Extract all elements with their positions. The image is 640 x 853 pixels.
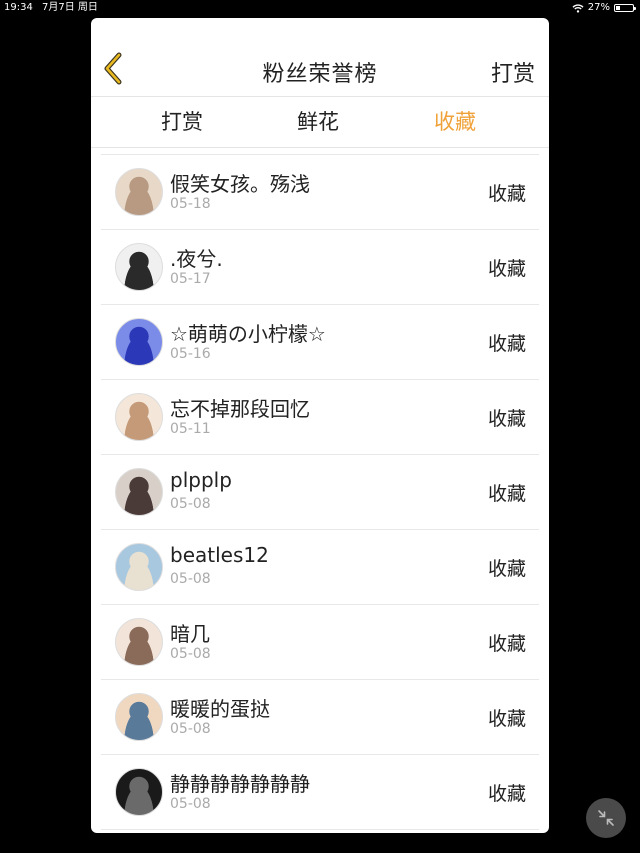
status-date: 7月7日 周日: [42, 2, 98, 13]
list-item[interactable]: plpplp 05-08 收藏: [101, 455, 539, 530]
fan-name: beatles12: [170, 543, 269, 567]
fan-name: 忘不掉那段回忆: [170, 397, 310, 421]
list-item[interactable]: 假笑女孩。殇浅 05-18 收藏: [101, 155, 539, 230]
fan-action-label: 收藏: [487, 558, 526, 580]
fan-action-label: 收藏: [487, 708, 526, 730]
minimize-arrows-icon: [598, 810, 614, 826]
fan-date: 05-18: [170, 196, 211, 212]
list-item[interactable]: 忘不掉那段回忆 05-11 收藏: [101, 380, 539, 455]
list-item[interactable]: 静静静静静静静 05-08 收藏: [101, 755, 539, 830]
fan-action-label: 收藏: [487, 483, 526, 505]
avatar[interactable]: [115, 318, 163, 366]
avatar[interactable]: [115, 693, 163, 741]
list-item[interactable]: 暖暖的蛋挞 05-08 收藏: [101, 680, 539, 755]
fan-action-label: 收藏: [487, 633, 526, 655]
fan-action-label: 收藏: [487, 333, 526, 355]
fans-ranking-panel: 粉丝荣誉榜 打赏 打赏 鲜花 收藏 假笑女孩。殇浅 05-18 收藏 .夜兮. 05-1…: [91, 18, 549, 833]
list-item[interactable]: beatles12 05-08 收藏: [101, 530, 539, 605]
avatar[interactable]: [115, 618, 163, 666]
status-time: 19:34: [4, 2, 33, 13]
fan-date: 05-08: [170, 721, 211, 737]
reward-button[interactable]: 打赏: [491, 56, 535, 88]
fan-date: 05-16: [170, 346, 211, 362]
fan-date: 05-08: [170, 571, 211, 587]
wifi-icon: [572, 3, 584, 13]
status-right: 27%: [572, 0, 636, 16]
avatar[interactable]: [115, 393, 163, 441]
battery-percent: 27%: [587, 2, 610, 13]
fan-action-label: 收藏: [487, 183, 526, 205]
list-item[interactable]: 暗几 05-08 收藏: [101, 605, 539, 680]
avatar[interactable]: [115, 768, 163, 816]
tab-flowers[interactable]: 鲜花: [297, 106, 339, 136]
fan-date: 05-17: [170, 271, 211, 287]
tab-bar: 打赏 鲜花 收藏: [91, 97, 549, 148]
avatar[interactable]: [115, 243, 163, 291]
list-item[interactable]: .夜兮. 05-17 收藏: [101, 230, 539, 305]
fan-name: 假笑女孩。殇浅: [170, 172, 310, 196]
nav-bar: 粉丝荣誉榜 打赏: [91, 18, 549, 97]
list-item[interactable]: ☆萌萌の小柠檬☆ 05-16 收藏: [101, 305, 539, 380]
fan-action-label: 收藏: [487, 258, 526, 280]
status-bar: 19:34 7月7日 周日 27%: [0, 0, 640, 16]
minimize-button[interactable]: [586, 798, 626, 838]
fan-date: 05-11: [170, 421, 211, 437]
fan-name: .夜兮.: [170, 247, 223, 271]
fan-name: plpplp: [170, 468, 232, 492]
page-title: 粉丝荣誉榜: [262, 62, 378, 87]
avatar[interactable]: [115, 168, 163, 216]
fan-list: 假笑女孩。殇浅 05-18 收藏 .夜兮. 05-17 收藏 ☆萌萌の小柠檬☆ 05-16 收藏…: [91, 154, 549, 830]
battery-icon: [614, 4, 636, 12]
fan-date: 05-08: [170, 796, 211, 812]
avatar[interactable]: [115, 543, 163, 591]
fan-name: 暖暖的蛋挞: [170, 697, 270, 721]
battery-level: [616, 6, 620, 10]
fan-action-label: 收藏: [487, 783, 526, 805]
fan-name: 静静静静静静静: [170, 772, 310, 796]
fan-name: ☆萌萌の小柠檬☆: [170, 322, 326, 346]
fan-date: 05-08: [170, 496, 211, 512]
tab-reward[interactable]: 打赏: [161, 106, 203, 136]
fan-action-label: 收藏: [487, 408, 526, 430]
tab-favorites[interactable]: 收藏: [434, 106, 476, 136]
fan-name: 暗几: [170, 622, 210, 646]
fan-date: 05-08: [170, 646, 211, 662]
avatar[interactable]: [115, 468, 163, 516]
